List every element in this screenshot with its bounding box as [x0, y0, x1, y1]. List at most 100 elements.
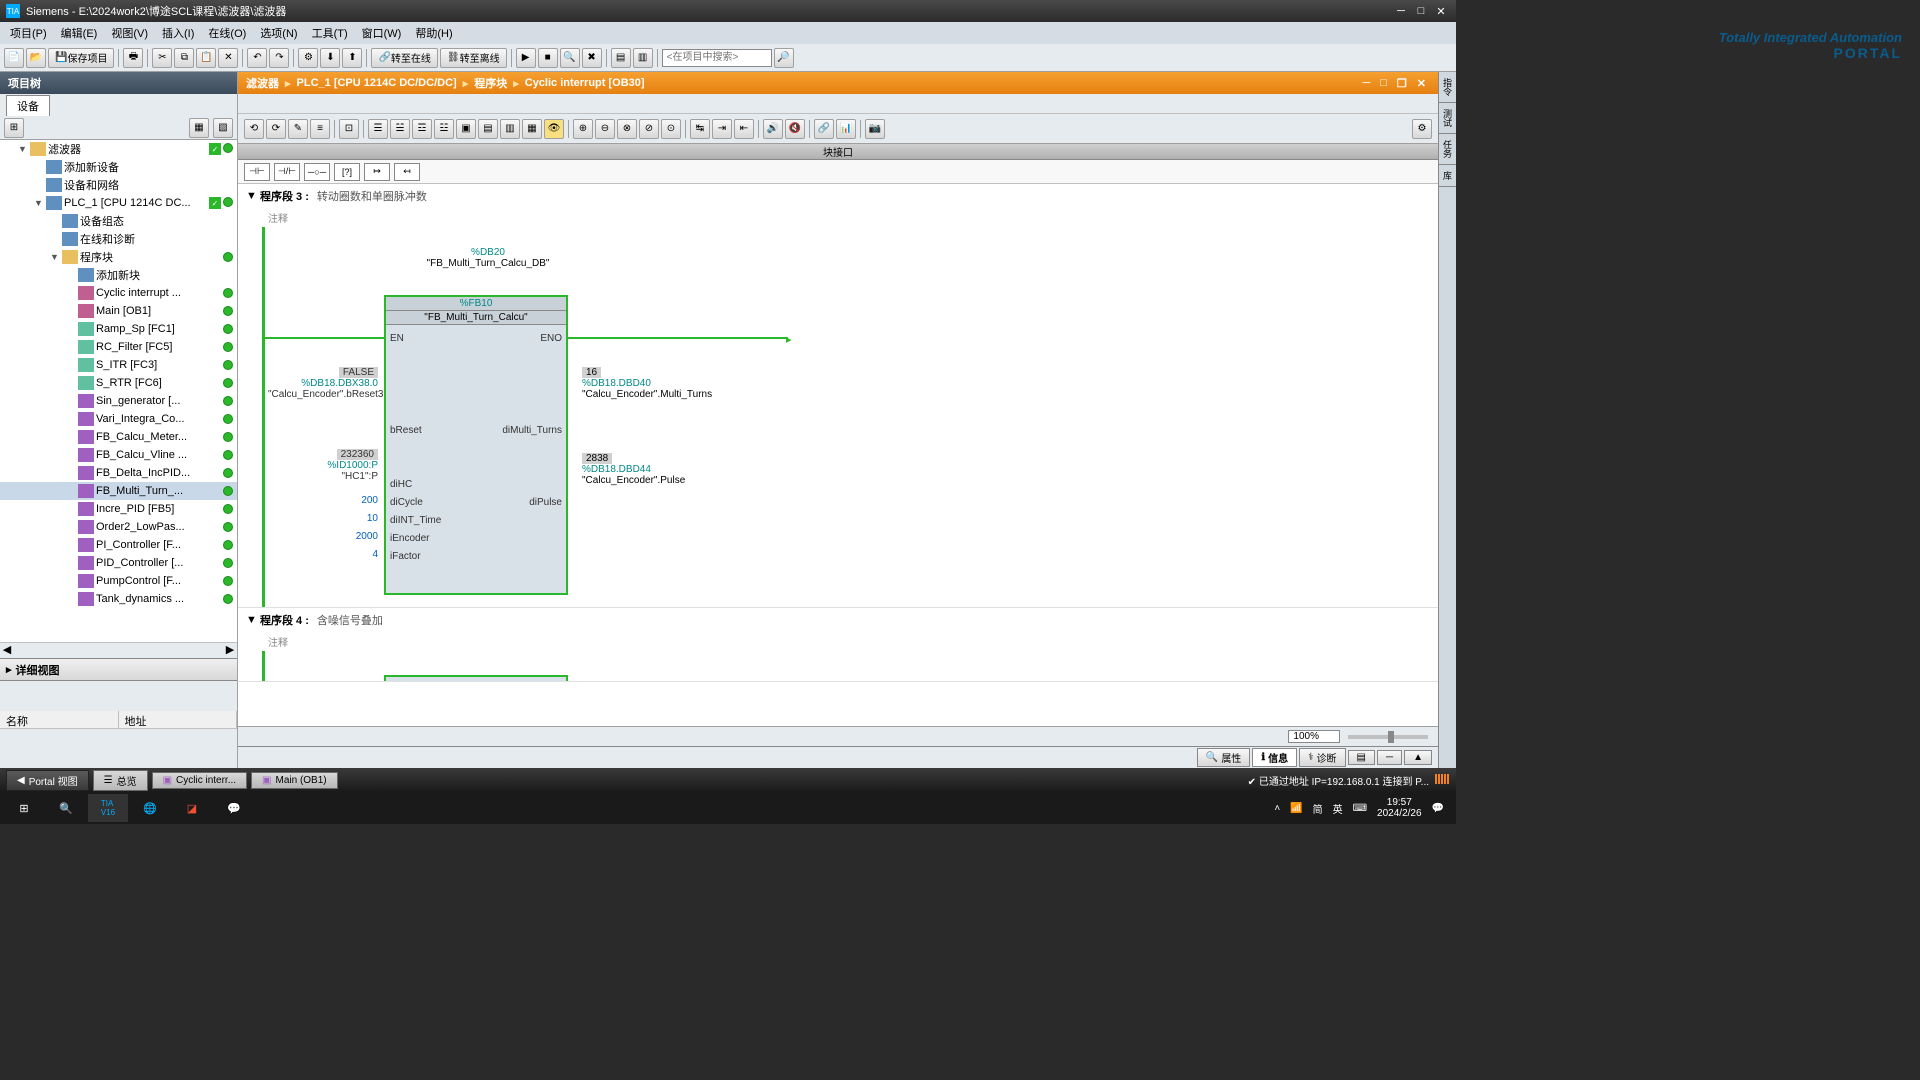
go-online-button[interactable]: 🔗 转至在线 [371, 48, 437, 68]
tree-item[interactable]: Order2_LowPas... [0, 518, 237, 536]
info-tab[interactable]: ℹ信息 [1252, 748, 1297, 767]
tree-tool-icon[interactable]: ⊞ [4, 118, 24, 138]
menu-window[interactable]: 窗口(W) [356, 23, 408, 43]
et-15-icon[interactable]: ⊖ [595, 119, 615, 139]
start-cpu-icon[interactable]: ▶ [516, 48, 536, 68]
et-22-icon[interactable]: 🔊 [763, 119, 783, 139]
paste-icon[interactable]: 📋 [196, 48, 216, 68]
detail-col-name[interactable]: 名称 [0, 711, 119, 728]
tree-item[interactable]: FB_Calcu_Meter... [0, 428, 237, 446]
save-project-button[interactable]: 💾 保存项目 [48, 48, 114, 68]
diagnostics-tab[interactable]: ⚕诊断 [1299, 748, 1345, 767]
tree-view1-icon[interactable]: ▦ [189, 118, 209, 138]
et-3-icon[interactable]: ✎ [288, 119, 308, 139]
go-offline-button[interactable]: ⛓ 转至离线 [440, 48, 507, 68]
info-up-icon[interactable]: ▲ [1404, 750, 1432, 765]
net3-collapse-icon[interactable]: ▼ [246, 190, 260, 202]
info-layout-icon[interactable]: ▤ [1348, 750, 1375, 765]
tree-item[interactable]: RC_Filter [FC5] [0, 338, 237, 356]
ime-lang[interactable]: 英 [1333, 801, 1343, 816]
open-project-icon[interactable]: 📂 [26, 48, 46, 68]
lad-branch2-icon[interactable]: ↤ [394, 163, 420, 181]
menu-insert[interactable]: 插入(I) [156, 23, 200, 43]
app2-taskbar-icon[interactable]: ◪ [172, 794, 212, 822]
flyout-1[interactable]: 指令 [1439, 72, 1456, 103]
editor-tab-1[interactable]: ▣ Cyclic interr... [152, 772, 247, 789]
portal-view-tab[interactable]: ◀ Portal 视图 [6, 770, 89, 791]
net4-collapse-icon[interactable]: ▼ [246, 614, 260, 626]
menu-edit[interactable]: 编辑(E) [55, 23, 104, 43]
flyout-4[interactable]: 库 [1439, 165, 1456, 187]
maximize-button[interactable]: □ [1412, 5, 1430, 18]
menu-tools[interactable]: 工具(T) [306, 23, 354, 43]
minimize-button[interactable]: ─ [1392, 5, 1410, 18]
tree-item[interactable]: 设备和网络 [0, 176, 237, 194]
et-9-icon[interactable]: ☳ [434, 119, 454, 139]
devices-tab[interactable]: 设备 [6, 95, 50, 116]
tree-item[interactable]: Tank_dynamics ... [0, 590, 237, 608]
menu-help[interactable]: 帮助(H) [409, 23, 458, 43]
wechat-taskbar-icon[interactable]: 💬 [214, 794, 254, 822]
copy-icon[interactable]: ⧉ [174, 48, 194, 68]
et-14-icon[interactable]: ⊕ [573, 119, 593, 139]
tree-item[interactable]: PI_Controller [F... [0, 536, 237, 554]
fb-block[interactable]: %FB10 "FB_Multi_Turn_Calcu" EN ENO bRese… [384, 295, 568, 595]
et-11-icon[interactable]: ▤ [478, 119, 498, 139]
new-project-icon[interactable]: 📄 [4, 48, 24, 68]
editor-max-icon[interactable]: □ [1376, 77, 1391, 90]
interface-bar[interactable]: 块接口 [238, 144, 1438, 160]
tree-item[interactable]: Main [OB1] [0, 302, 237, 320]
et-26-icon[interactable]: 📷 [865, 119, 885, 139]
editor-close-icon[interactable]: ✕ [1413, 77, 1430, 90]
et-monitor-icon[interactable]: 👁 [544, 119, 564, 139]
redo-icon[interactable]: ↷ [269, 48, 289, 68]
search-replace-icon[interactable]: 🔍 [560, 48, 580, 68]
close-button[interactable]: ✕ [1432, 5, 1450, 18]
cross-ref-icon[interactable]: ✖ [582, 48, 602, 68]
lad-ncontact-icon[interactable]: ⊣/⊢ [274, 163, 300, 181]
chrome-taskbar-icon[interactable]: 🌐 [130, 794, 170, 822]
tree-view2-icon[interactable]: ▧ [213, 118, 233, 138]
delete-icon[interactable]: ✕ [218, 48, 238, 68]
et-18-icon[interactable]: ⊙ [661, 119, 681, 139]
tree-item[interactable]: Sin_generator [... [0, 392, 237, 410]
tree-item[interactable]: FB_Calcu_Vline ... [0, 446, 237, 464]
et-12-icon[interactable]: ▥ [500, 119, 520, 139]
ime-indicator[interactable]: 简 [1313, 801, 1323, 816]
tree-item[interactable]: PID_Controller [... [0, 554, 237, 572]
properties-tab[interactable]: 🔍属性 [1197, 748, 1250, 767]
et-10-icon[interactable]: ▣ [456, 119, 476, 139]
editor-min-icon[interactable]: ─ [1358, 77, 1374, 90]
tree-item[interactable]: ▼滤波器✓ [0, 140, 237, 158]
search-go-icon[interactable]: 🔎 [774, 48, 794, 68]
tree-item[interactable]: 设备组态 [0, 212, 237, 230]
lad-box-icon[interactable]: [?] [334, 163, 360, 181]
et-19-icon[interactable]: ↹ [690, 119, 710, 139]
clock[interactable]: 19:57 2024/2/26 [1377, 797, 1422, 819]
et-24-icon[interactable]: 🔗 [814, 119, 834, 139]
menu-project[interactable]: 项目(P) [4, 23, 53, 43]
et-6-icon[interactable]: ☰ [368, 119, 388, 139]
undo-icon[interactable]: ↶ [247, 48, 267, 68]
menu-view[interactable]: 视图(V) [105, 23, 154, 43]
et-settings-icon[interactable]: ⚙ [1412, 119, 1432, 139]
project-tree[interactable]: ▼滤波器✓添加新设备设备和网络▼PLC_1 [CPU 1214C DC...✓设… [0, 140, 237, 642]
split-v-icon[interactable]: ▥ [633, 48, 653, 68]
overview-tab[interactable]: ☰ 总览 [93, 770, 148, 791]
menu-online[interactable]: 在线(O) [202, 23, 252, 43]
tray-chevron-icon[interactable]: ˄ [1274, 803, 1280, 814]
et-23-icon[interactable]: 🔇 [785, 119, 805, 139]
tree-item[interactable]: FB_Delta_IncPID... [0, 464, 237, 482]
start-button[interactable]: ⊞ [4, 794, 44, 822]
ladder-canvas[interactable]: ▼ 程序段 3 : 转动圈数和单圈脉冲数 注释 ▸ %DB20 "FB_Mult… [238, 184, 1438, 726]
et-13-icon[interactable]: ▦ [522, 119, 542, 139]
tree-item[interactable]: 添加新块 [0, 266, 237, 284]
tree-item[interactable]: Ramp_Sp [FC1] [0, 320, 237, 338]
scroll-right-icon[interactable]: ▶ [223, 643, 237, 658]
keyboard-icon[interactable]: ⌨ [1353, 803, 1367, 814]
notifications-icon[interactable]: 💬 [1432, 803, 1444, 814]
et-4-icon[interactable]: ≡ [310, 119, 330, 139]
tree-item[interactable]: S_RTR [FC6] [0, 374, 237, 392]
zoom-slider[interactable] [1348, 735, 1428, 739]
et-5-icon[interactable]: ⊡ [339, 119, 359, 139]
